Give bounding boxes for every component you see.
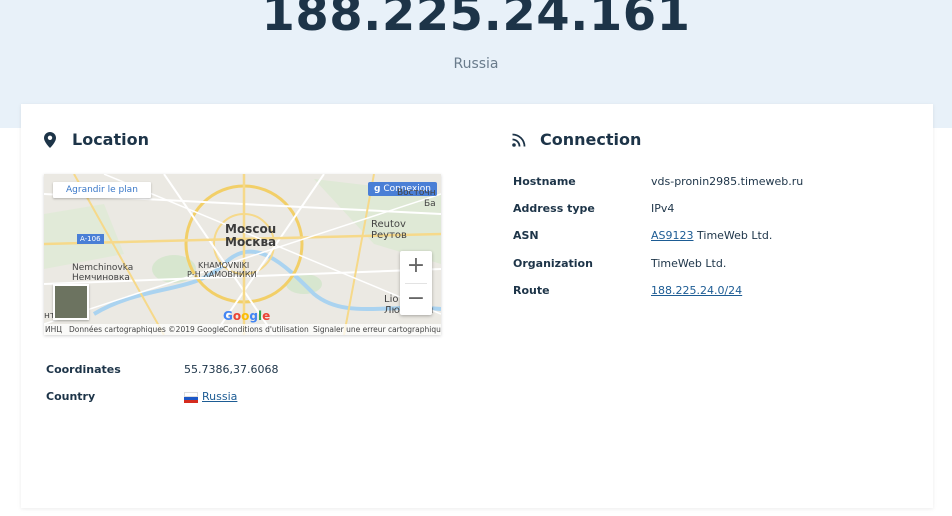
map-footer: ИНЦ Données cartographiques ©2019 Google…: [44, 324, 441, 335]
map-label-moskva: Москва: [225, 235, 277, 249]
asn-label: ASN: [513, 229, 539, 242]
asn-link[interactable]: AS9123: [651, 229, 694, 242]
map-footer-terms[interactable]: Conditions d'utilisation: [223, 325, 309, 334]
map-footer-data: Données cartographiques ©2019 Google: [69, 325, 224, 334]
country-subtitle: Russia: [453, 56, 499, 72]
route-label: Route: [513, 284, 550, 297]
location-map[interactable]: Agrandir le plan g Connexion Восточн Ба …: [44, 174, 441, 335]
rss-signal-icon: [512, 132, 526, 148]
ip-address-title: 188.225.24.161: [261, 0, 691, 42]
google-logo: Google: [223, 309, 271, 323]
zoom-out-button[interactable]: −: [400, 284, 432, 316]
route-value: 188.225.24.0/24: [651, 284, 742, 297]
map-label-reutov: Reutov: [371, 219, 406, 230]
map-road-shield: A-106: [77, 234, 104, 244]
coordinates-label: Coordinates: [46, 363, 121, 376]
connection-heading: Connection: [512, 130, 641, 149]
connection-title: Connection: [540, 130, 642, 149]
coordinates-value: 55.7386,37.6068: [184, 363, 279, 376]
map-label-lio: Lio: [384, 294, 399, 305]
zoom-in-button[interactable]: +: [400, 251, 432, 283]
details-card: Location Agrandir le plan g Connexion Во…: [21, 104, 933, 508]
country-label: Country: [46, 390, 96, 403]
map-label-nemchinovka: Nemchinovka: [72, 263, 134, 273]
hostname-value: vds-pronin2985.timeweb.ru: [651, 175, 804, 188]
organization-label: Organization: [513, 257, 593, 270]
asn-value: AS9123 TimeWeb Ltd.: [651, 229, 772, 242]
country-link[interactable]: Russia: [202, 390, 237, 403]
map-label-reutov-cyr: Реутов: [371, 230, 407, 241]
map-label-vostochny: Восточн: [397, 188, 436, 198]
map-footer-report[interactable]: Signaler une erreur cartographique: [313, 325, 441, 334]
russia-flag-icon: [184, 392, 198, 403]
route-link[interactable]: 188.225.24.0/24: [651, 284, 742, 297]
map-pin-icon: [44, 131, 58, 148]
map-label-nemchinovka-cyr: Немчиновка: [72, 273, 130, 283]
google-plus-icon: g: [374, 184, 381, 194]
satellite-view-toggle[interactable]: [53, 284, 89, 320]
address-type-label: Address type: [513, 202, 595, 215]
organization-value: TimeWeb Ltd.: [651, 257, 727, 270]
hostname-label: Hostname: [513, 175, 576, 188]
enlarge-map-button[interactable]: Agrandir le plan: [53, 182, 151, 198]
map-label-khamovniki-cyr: Р-Н ХАМОВНИКИ: [187, 270, 257, 279]
map-label-ba: Ба: [424, 199, 436, 209]
map-footer-edge: ИНЦ: [45, 325, 63, 334]
asn-name: TimeWeb Ltd.: [697, 229, 773, 242]
location-heading: Location: [44, 130, 149, 149]
location-title: Location: [72, 130, 149, 149]
map-zoom-control: + −: [400, 251, 432, 315]
country-value: Russia: [184, 390, 237, 403]
address-type-value: IPv4: [651, 202, 675, 215]
